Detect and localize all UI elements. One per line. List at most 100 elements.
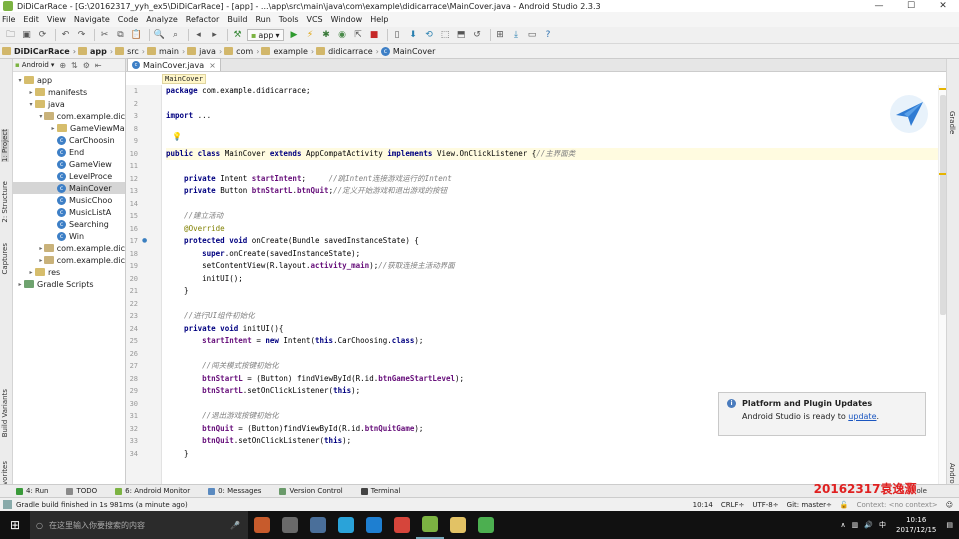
layout-icon[interactable] bbox=[3, 500, 12, 509]
chevron-up-icon[interactable]: ∧ bbox=[841, 521, 846, 529]
tree-node[interactable]: ▸ com.example.dic bbox=[13, 254, 125, 266]
taskbar-app-icon[interactable] bbox=[276, 511, 304, 539]
tree-node[interactable]: ▸ GameViewMa bbox=[13, 122, 125, 134]
back-icon[interactable]: ◂ bbox=[192, 29, 205, 41]
network-icon[interactable]: ▥ bbox=[852, 521, 859, 529]
layout-inspector-icon[interactable]: ⬒ bbox=[455, 29, 468, 41]
tree-node[interactable]: ▸ res bbox=[13, 266, 125, 278]
code-line[interactable]: //闯关模式按键初始化 bbox=[166, 360, 946, 373]
editor-breadcrumb-item[interactable]: MainCover bbox=[162, 73, 206, 84]
encoding-select[interactable]: UTF-8÷ bbox=[752, 501, 778, 509]
copy-icon[interactable]: ⧉ bbox=[114, 29, 127, 41]
menu-build[interactable]: Build bbox=[227, 15, 247, 24]
caret-position[interactable]: 10:14 bbox=[693, 501, 713, 509]
menu-vcs[interactable]: VCS bbox=[307, 15, 323, 24]
tab-maincover[interactable]: c MainCover.java × bbox=[127, 58, 221, 71]
breadcrumb-java[interactable]: java › bbox=[187, 47, 222, 56]
attach-debugger-icon[interactable]: ⇱ bbox=[352, 29, 365, 41]
structure-tool-button[interactable]: 2: Structure bbox=[1, 181, 9, 223]
code-line[interactable] bbox=[166, 348, 946, 361]
breadcrumb-app[interactable]: app › bbox=[78, 47, 113, 56]
code-line[interactable]: } bbox=[166, 448, 946, 461]
taskbar-app-icon[interactable] bbox=[444, 511, 472, 539]
code-line[interactable] bbox=[166, 298, 946, 311]
collapsed-arrow-icon[interactable]: ▸ bbox=[49, 125, 57, 132]
taskbar-app-icon[interactable] bbox=[332, 511, 360, 539]
lock-icon[interactable]: 🔓 bbox=[840, 501, 849, 509]
apply-changes-icon[interactable]: ⚡ bbox=[304, 29, 317, 41]
tree-node[interactable]: ▾ java bbox=[13, 98, 125, 110]
collapsed-arrow-icon[interactable]: ▸ bbox=[38, 257, 44, 264]
minimize-button[interactable]: — bbox=[863, 0, 895, 12]
taskbar-app-icon[interactable] bbox=[304, 511, 332, 539]
breadcrumb-example[interactable]: example › bbox=[261, 47, 314, 56]
collapsed-arrow-icon[interactable]: ▸ bbox=[27, 269, 35, 276]
tree-node[interactable]: ▾ app bbox=[13, 74, 125, 86]
line-separator-select[interactable]: CRLF÷ bbox=[721, 501, 745, 509]
close-tab-icon[interactable]: × bbox=[209, 61, 216, 70]
breadcrumb-com[interactable]: com › bbox=[224, 47, 259, 56]
undo-history-icon[interactable]: ↺ bbox=[471, 29, 484, 41]
code-line[interactable]: } bbox=[166, 285, 946, 298]
hide-icon[interactable]: ⇤ bbox=[95, 61, 102, 70]
sdk-icon[interactable]: ▭ bbox=[526, 29, 539, 41]
expanded-arrow-icon[interactable]: ▾ bbox=[38, 113, 44, 120]
version-control-tool-button[interactable]: Version Control bbox=[279, 487, 343, 495]
collapsed-arrow-icon[interactable]: ▸ bbox=[16, 281, 24, 288]
tree-node[interactable]: c End bbox=[13, 146, 125, 158]
tree-node[interactable]: c LevelProce bbox=[13, 170, 125, 182]
close-button[interactable]: ✕ bbox=[927, 0, 959, 12]
code-line[interactable]: protected void onCreate(Bundle savedInst… bbox=[166, 235, 946, 248]
stop-icon[interactable]: ■ bbox=[368, 29, 381, 41]
code-line[interactable]: super.onCreate(savedInstanceState); bbox=[166, 248, 946, 261]
code-line[interactable]: private Button btnStartL.btnQuit;//定义开始游… bbox=[166, 185, 946, 198]
code-line[interactable]: //建立活动 bbox=[166, 210, 946, 223]
tree-node[interactable]: c MusicListA bbox=[13, 206, 125, 218]
code-line[interactable] bbox=[166, 123, 946, 136]
run-icon[interactable]: ▶ bbox=[288, 29, 301, 41]
captures-tool-button[interactable]: Captures bbox=[1, 243, 9, 274]
tree-node[interactable]: ▸ manifests bbox=[13, 86, 125, 98]
windows-start-button[interactable]: ⊞ bbox=[0, 511, 30, 539]
collapse-icon[interactable]: ⇅ bbox=[71, 61, 78, 70]
menu-edit[interactable]: Edit bbox=[23, 15, 39, 24]
code-line[interactable]: startIntent = new Intent(this.CarChoosin… bbox=[166, 335, 946, 348]
ime-icon[interactable]: 中 bbox=[879, 520, 886, 530]
make-project-icon[interactable]: ⚒ bbox=[231, 29, 244, 41]
menu-navigate[interactable]: Navigate bbox=[74, 15, 110, 24]
menu-refactor[interactable]: Refactor bbox=[186, 15, 220, 24]
gradle-tool-button[interactable]: Gradle bbox=[948, 111, 956, 134]
menu-run[interactable]: Run bbox=[255, 15, 270, 24]
tree-node[interactable]: c MainCover bbox=[13, 182, 125, 194]
tree-node[interactable]: c Searching bbox=[13, 218, 125, 230]
code-line[interactable]: import ... bbox=[166, 110, 946, 123]
avd-manager-icon[interactable]: ▯ bbox=[391, 29, 404, 41]
messages-tool-button[interactable]: 0: Messages bbox=[208, 487, 261, 495]
tree-node[interactable]: c MusicChoo bbox=[13, 194, 125, 206]
breadcrumb-project[interactable]: DiDiCarRace › bbox=[2, 47, 76, 56]
taskbar-app-icon[interactable] bbox=[360, 511, 388, 539]
code-line[interactable]: private Intent startIntent; //跳Intent连接游… bbox=[166, 173, 946, 186]
redo-icon[interactable]: ↷ bbox=[75, 29, 88, 41]
undo-icon[interactable]: ↶ bbox=[59, 29, 72, 41]
taskbar-app-icon[interactable] bbox=[472, 511, 500, 539]
code-line[interactable]: initUI(); bbox=[166, 273, 946, 286]
download-icon[interactable]: ⤓ bbox=[510, 29, 523, 41]
update-notification[interactable]: i Platform and Plugin Updates Android Stu… bbox=[718, 392, 926, 436]
replace-icon[interactable]: ⌕ bbox=[169, 29, 182, 41]
menu-window[interactable]: Window bbox=[331, 15, 363, 24]
tree-node[interactable]: c CarChoosin bbox=[13, 134, 125, 146]
code-line[interactable] bbox=[166, 98, 946, 111]
override-marker-icon[interactable]: ● bbox=[142, 237, 147, 244]
expanded-arrow-icon[interactable]: ▾ bbox=[16, 77, 24, 84]
menu-tools[interactable]: Tools bbox=[279, 15, 299, 24]
find-icon[interactable]: 🔍 bbox=[153, 29, 166, 41]
gear-icon[interactable]: ⚙ bbox=[83, 61, 90, 70]
inspector-icon[interactable]: ☺ bbox=[946, 501, 953, 509]
code-line[interactable]: setContentView(R.layout.activity_main);/… bbox=[166, 260, 946, 273]
code-line[interactable]: private void initUI(){ bbox=[166, 323, 946, 336]
target-icon[interactable]: ⊕ bbox=[59, 61, 66, 70]
build-variants-tool-button[interactable]: Build Variants bbox=[1, 389, 9, 437]
taskbar-app-icon[interactable] bbox=[388, 511, 416, 539]
android-monitor-tool-button[interactable]: 6: Android Monitor bbox=[115, 487, 190, 495]
